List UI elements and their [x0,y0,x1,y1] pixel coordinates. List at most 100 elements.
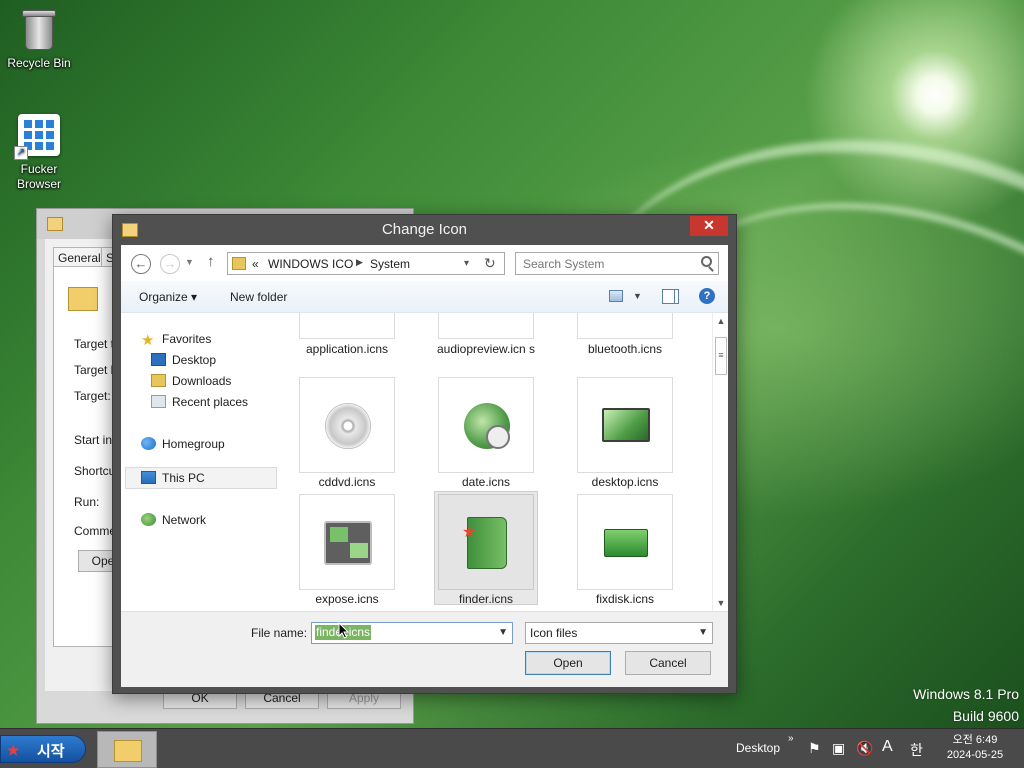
taskbar: ★ 시작 Desktop » ⚑ ▣ 🔇 A 한 오전 6:49 2024-05… [0,728,1024,768]
organize-menu[interactable]: Organize ▾ [139,290,197,304]
network-tray-icon[interactable]: ▣ [832,740,845,757]
file-type-value[interactable]: Icon files [530,626,577,640]
nav-recent-places[interactable]: Recent places [151,392,248,412]
cancel-button[interactable]: Cancel [625,651,711,675]
desktop-screen-icon [602,408,650,442]
clock-date: 2024-05-25 [946,749,1004,761]
tab-general[interactable]: General [53,247,106,267]
ime-mode-icon[interactable]: A [882,738,893,756]
start-button[interactable]: ★ 시작 [0,735,86,763]
up-arrow-icon[interactable]: ↑ [207,253,215,270]
start-label: 시작 [37,743,65,760]
file-item-cddvd[interactable] [299,377,395,473]
file-name-finder[interactable]: finder.icns [431,592,541,606]
breadcrumb-windows-ico[interactable]: WINDOWS ICO [268,257,353,271]
disk-icon [604,529,648,557]
scroll-up-icon[interactable]: ▲ [713,313,729,329]
search-box[interactable] [515,252,719,275]
nav-network[interactable]: Network [141,510,206,530]
nav-downloads-label: Downloads [172,374,232,388]
recycle-bin-desktop-icon[interactable]: Recycle Bin [3,6,75,70]
file-name-cddvd[interactable]: cddvd.icns [292,475,402,489]
file-list[interactable]: application.icns audiopreview.icn s blue… [291,313,712,611]
homegroup-icon [141,437,156,450]
chevron-down-icon[interactable]: ▼ [498,627,508,638]
browser-app-icon: ↗ [14,112,62,160]
properties-window-icon [47,217,63,231]
browser-desktop-icon[interactable]: ↗ Fucker Browser [3,112,75,192]
desktop-toolbar-label[interactable]: Desktop [736,741,780,755]
file-name-expose[interactable]: expose.icns [292,592,402,606]
forward-button[interactable]: → [160,254,180,274]
file-name-date[interactable]: date.icns [431,475,541,489]
nav-thispc-label: This PC [162,471,205,485]
file-item-expose[interactable] [299,494,395,590]
action-center-flag-icon[interactable]: ⚑ [808,740,821,757]
file-item-desktop[interactable] [577,377,673,473]
dialog-content: ← → ▼ ↑ « WINDOWS ICO ▶ System ▾ ↻ Organ… [121,245,728,687]
help-icon[interactable]: ? [699,288,715,304]
nav-favorites[interactable]: ★ Favorites [141,329,211,349]
file-item-fixdisk[interactable] [577,494,673,590]
start-in-label: Start in: [74,433,116,447]
clock-time: 오전 6:49 [952,734,998,746]
cd-dvd-icon [325,403,371,449]
taskbar-file-explorer[interactable] [97,731,157,768]
nav-desktop-label: Desktop [172,353,217,367]
scroll-down-icon[interactable]: ▼ [713,595,729,611]
expose-icon [324,521,372,565]
preview-pane-icon[interactable] [662,289,679,304]
file-item-audiopreview[interactable] [438,313,534,339]
address-prefix[interactable]: « [252,257,259,271]
file-item-finder[interactable] [438,494,534,590]
address-row: ← → ▼ ↑ « WINDOWS ICO ▶ System ▾ ↻ [121,245,728,281]
new-folder-button[interactable]: New folder [230,290,287,304]
chevron-down-icon[interactable]: ▼ [698,627,708,638]
file-name-bluetooth[interactable]: bluetooth.icns [570,342,680,356]
file-name-panel: File name: finder.icns ▼ Icon files ▼ Op… [121,611,728,687]
file-name-application[interactable]: application.icns [292,342,402,356]
file-name-audiopreview[interactable]: audiopreview.icn s [431,342,541,356]
nav-desktop[interactable]: Desktop [151,350,216,370]
file-item-date[interactable] [438,377,534,473]
refresh-icon[interactable]: ↻ [484,255,496,272]
breadcrumb-separator-icon[interactable]: ▶ [356,257,363,268]
file-item-application[interactable] [299,313,395,339]
address-bar[interactable]: « WINDOWS ICO ▶ System ▾ ↻ [227,252,505,275]
nav-this-pc[interactable]: This PC [141,468,205,488]
mouse-cursor-icon [338,622,350,639]
change-view-icon[interactable] [609,290,623,302]
file-name-fixdisk[interactable]: fixdisk.icns [570,592,680,606]
nav-homegroup[interactable]: Homegroup [141,434,225,454]
run-label: Run: [74,495,100,509]
system-clock[interactable]: 오전 6:49 2024-05-25 [944,733,1006,763]
recent-locations-dropdown-icon[interactable]: ▼ [185,257,194,267]
search-input[interactable] [516,253,696,274]
file-type-select[interactable]: Icon files ▼ [525,622,713,644]
file-name-desktop[interactable]: desktop.icns [570,475,680,489]
back-button[interactable]: ← [131,254,151,274]
view-dropdown-icon[interactable]: ▼ [633,291,642,301]
search-icon[interactable] [701,256,712,267]
this-pc-icon [141,471,156,484]
recycle-bin-icon [16,6,62,52]
star-icon: ★ [141,332,155,349]
recent-places-icon [151,395,166,408]
breadcrumb-system[interactable]: System [370,257,410,271]
recycle-bin-label: Recycle Bin [7,56,71,70]
close-button[interactable]: ✕ [690,216,728,236]
toolbar-overflow-icon[interactable]: » [788,733,794,744]
change-icon-dialog[interactable]: Change Icon ✕ ← → ▼ ↑ « WINDOWS ICO ▶ Sy… [112,214,737,694]
scroll-thumb[interactable]: ≡ [715,337,727,375]
address-dropdown-icon[interactable]: ▾ [464,258,469,269]
shortcut-arrow-icon: ↗ [14,146,28,160]
vertical-scrollbar[interactable]: ▲ ≡ ▼ [712,313,728,611]
volume-muted-icon[interactable]: 🔇 [856,740,873,757]
nav-homegroup-label: Homegroup [162,437,225,451]
open-button[interactable]: Open [525,651,611,675]
ime-hangul-icon[interactable]: 한 [910,740,923,760]
nav-downloads[interactable]: Downloads [151,371,231,391]
finder-icon [462,517,507,569]
nav-recent-label: Recent places [172,395,249,409]
file-item-bluetooth[interactable] [577,313,673,339]
